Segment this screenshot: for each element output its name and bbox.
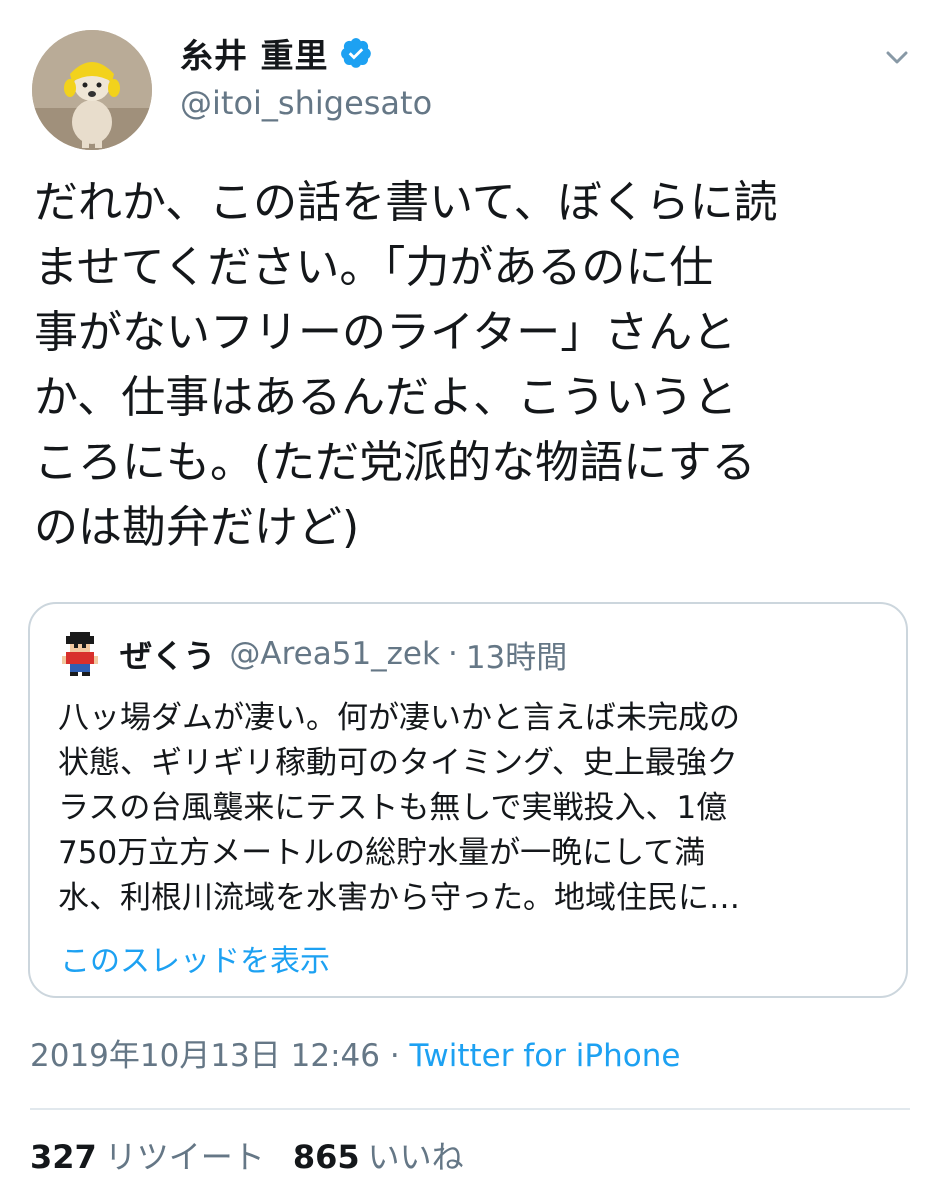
quoted-avatar [58, 632, 102, 676]
meta-separator: · [379, 1038, 410, 1074]
quoted-handle: @Area51_zek [229, 636, 440, 672]
quoted-tweet-text: 八ッ場ダムが凄い。何が凄いかと言えば未完成の 状態、ギリギリ稼動可のタイミング、… [58, 700, 740, 916]
avatar[interactable] [32, 30, 152, 150]
retweet-count[interactable]: 327 [30, 1138, 97, 1176]
verified-badge-icon [339, 36, 373, 70]
like-label[interactable]: いいね [368, 1138, 464, 1176]
tweet-text: だれか、この話を書いて、ぼくらに読 ませてください。「力があるのに仕 事がないフ… [34, 177, 778, 553]
author-name-row: 糸井 重里 [180, 30, 373, 76]
author-handle[interactable]: @itoi_shigesato [180, 84, 432, 122]
pixel-character-icon [62, 632, 98, 676]
tweet-source-link[interactable]: Twitter for iPhone [410, 1038, 681, 1074]
tweet-timestamp[interactable]: 2019年10月13日 12:46 [30, 1038, 380, 1074]
tweet: 糸井 重里 @itoi_shigesato だれか、この話を書いて、ぼくらに読 … [0, 0, 938, 1200]
retweet-label[interactable]: リツイート [105, 1138, 265, 1176]
like-count[interactable]: 865 [293, 1138, 360, 1176]
quoted-tweet-header: ぜくう @Area51_zek · 13時間 [58, 630, 567, 678]
author-display-name[interactable]: 糸井 重里 [180, 29, 329, 77]
show-thread-link[interactable]: このスレッドを表示 [60, 936, 330, 980]
quoted-timestamp: 13時間 [465, 639, 568, 676]
tweet-stats: 327 リツイート 865 いいね [30, 1132, 492, 1178]
quoted-separator: · [447, 636, 458, 672]
quoted-tweet-card[interactable]: ぜくう @Area51_zek · 13時間 八ッ場ダムが凄い。何が凄いかと言え… [28, 602, 908, 998]
quoted-display-name: ぜくう [120, 637, 216, 675]
divider [30, 1108, 910, 1110]
chevron-down-icon[interactable] [880, 40, 914, 74]
dog-photo-icon [32, 30, 152, 150]
tweet-meta: 2019年10月13日 12:46 · Twitter for iPhone [30, 1030, 680, 1075]
